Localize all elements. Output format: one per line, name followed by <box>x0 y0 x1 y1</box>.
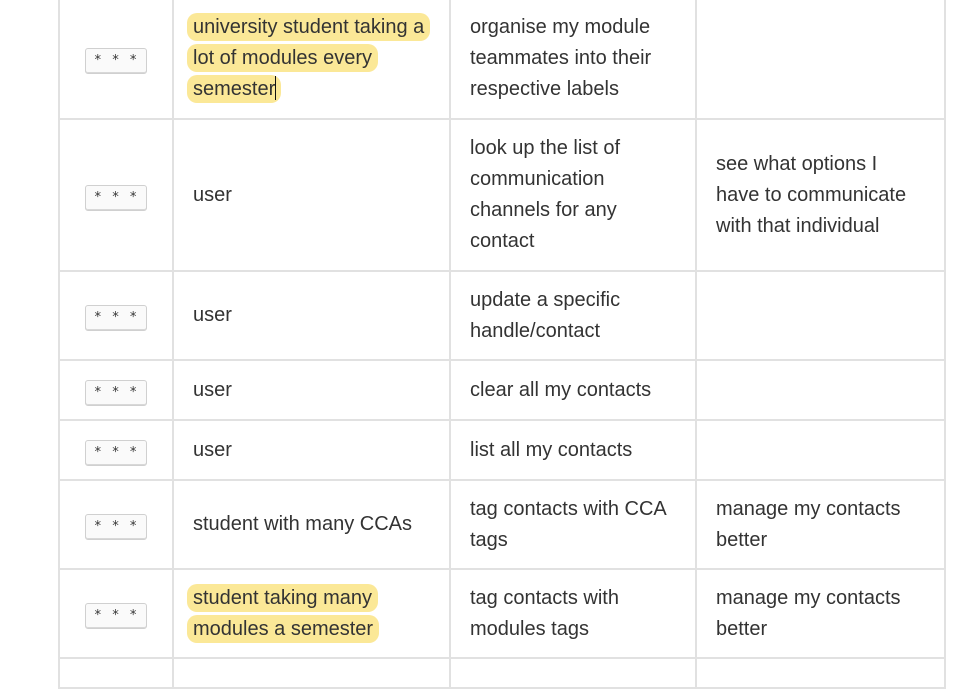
priority-badge: * * * <box>84 379 148 406</box>
priority-badge: * * * <box>84 514 148 540</box>
priority-cell: * * * <box>58 0 174 120</box>
text-cursor <box>275 75 277 100</box>
priority-badge: * * * <box>84 603 148 629</box>
highlighted-text[interactable]: student taking many modules a semester <box>187 583 380 643</box>
i-want-to-cell: organise my module teammates into their … <box>449 0 697 120</box>
i-want-to-cell: clear all my contacts <box>449 359 697 421</box>
as-a-cell: user <box>172 419 451 481</box>
so-that-cell: manage my contacts better <box>695 479 946 570</box>
i-want-to-cell: tag contacts with modules tags <box>449 568 697 659</box>
priority-badge: * * * <box>84 439 148 466</box>
table-row: * * * university student taking a lot of… <box>58 0 946 120</box>
so-that-cell: see what options I have to communicate w… <box>695 118 946 272</box>
priority-cell: * * * <box>58 479 174 570</box>
so-that-cell: manage my contacts better <box>695 568 946 659</box>
priority-cell: * * * <box>58 359 174 421</box>
table-row: * * * user update a specific handle/cont… <box>58 270 946 361</box>
priority-badge: * * * <box>84 47 148 74</box>
as-a-cell: user <box>172 118 451 272</box>
as-a-cell: student with many CCAs <box>172 479 451 570</box>
priority-cell: * * * <box>58 568 174 659</box>
priority-cell <box>58 657 174 689</box>
highlighted-text[interactable]: university student taking a lot of modul… <box>187 12 431 103</box>
user-stories-table-container: * * * university student taking a lot of… <box>58 0 946 689</box>
priority-badge: * * * <box>84 305 148 331</box>
priority-cell: * * * <box>58 270 174 361</box>
table-row <box>58 657 946 689</box>
table-row: * * * user list all my contacts <box>58 419 946 481</box>
i-want-to-cell <box>449 657 697 689</box>
so-that-cell <box>695 270 946 361</box>
so-that-cell <box>695 419 946 481</box>
so-that-cell <box>695 359 946 421</box>
table-row: * * * student taking many modules a seme… <box>58 568 946 659</box>
as-a-cell[interactable]: student taking many modules a semester <box>172 568 451 659</box>
i-want-to-cell: list all my contacts <box>449 419 697 481</box>
table-row: * * * user look up the list of communica… <box>58 118 946 272</box>
priority-badge: * * * <box>84 184 148 211</box>
i-want-to-cell: look up the list of communication channe… <box>449 118 697 272</box>
as-a-cell <box>172 657 451 689</box>
user-stories-table: * * * university student taking a lot of… <box>58 0 946 689</box>
table-row: * * * student with many CCAs tag contact… <box>58 479 946 570</box>
as-a-cell: user <box>172 270 451 361</box>
priority-cell: * * * <box>58 118 174 272</box>
as-a-cell: user <box>172 359 451 421</box>
i-want-to-cell: tag contacts with CCA tags <box>449 479 697 570</box>
so-that-cell <box>695 0 946 120</box>
i-want-to-cell: update a specific handle/contact <box>449 270 697 361</box>
table-row: * * * user clear all my contacts <box>58 359 946 421</box>
as-a-cell[interactable]: university student taking a lot of modul… <box>172 0 451 120</box>
so-that-cell <box>695 657 946 689</box>
priority-cell: * * * <box>58 419 174 481</box>
